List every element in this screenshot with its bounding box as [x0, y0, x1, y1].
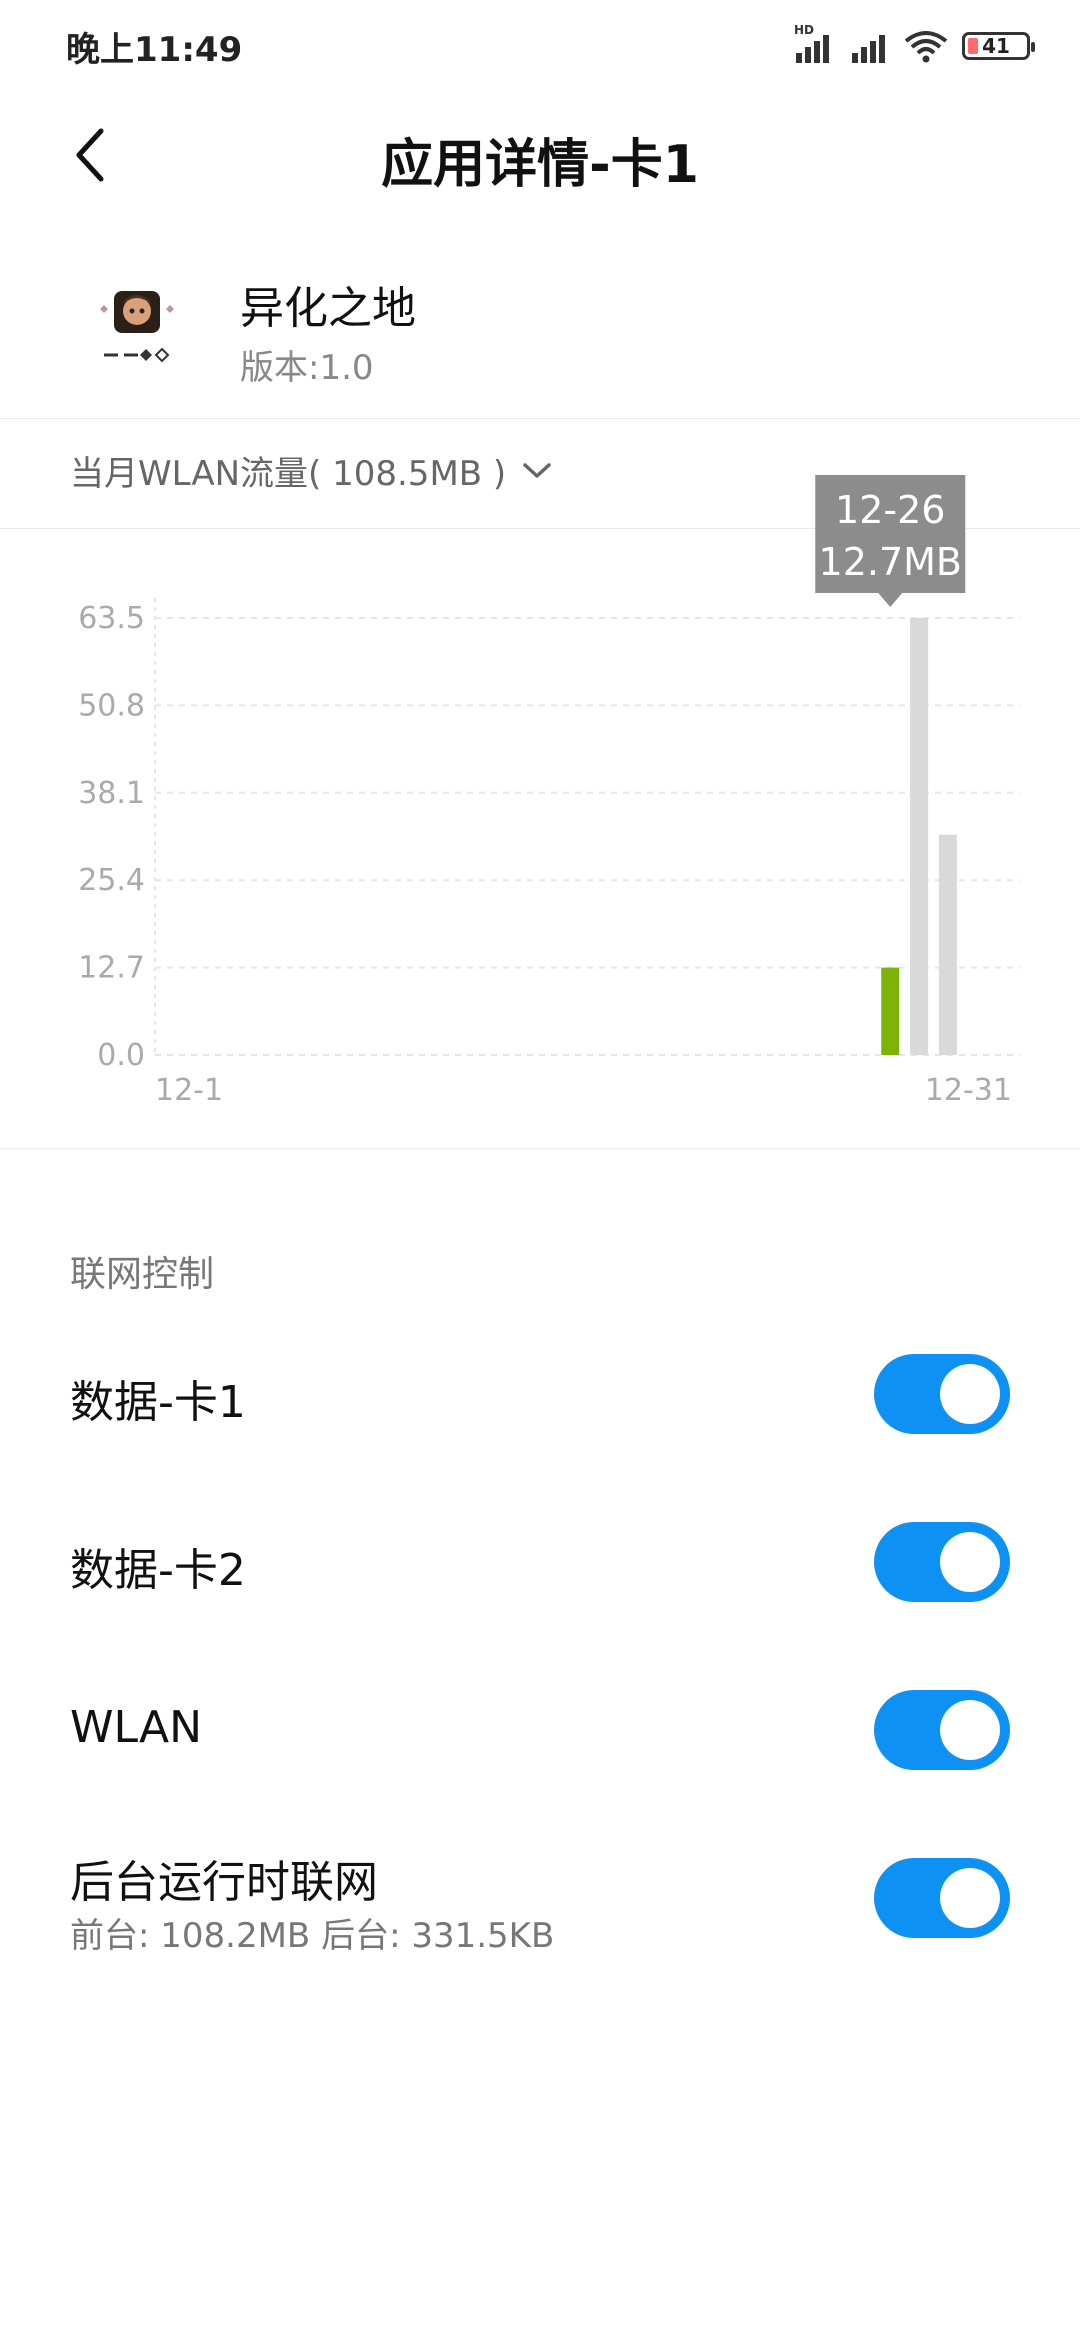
wifi-icon — [904, 31, 948, 63]
status-icons: HD 41 — [794, 23, 1035, 66]
app-icon — [96, 285, 182, 371]
page-title: 应用详情-卡1 — [381, 135, 699, 195]
toggle-knob — [940, 1532, 1000, 1592]
y-tick-label: 63.5 — [78, 601, 145, 636]
row-label-data-sim2: 数据-卡2 — [70, 1545, 246, 1596]
battery-icon: 41 — [962, 32, 1035, 60]
y-tick-label: 50.8 — [78, 688, 145, 723]
usage-chart: 0.0 12.7 25.4 38.1 50.8 63.5 12-1 12-31 12-26 12.… — [78, 475, 1020, 1100]
app-version: 版本:1.0 — [240, 348, 374, 388]
toggle-data-sim2[interactable] — [874, 1522, 1010, 1602]
background-usage-detail: 前台: 108.2MB 后台: 331.5KB — [70, 1916, 555, 1956]
toggle-data-sim1[interactable] — [874, 1354, 1010, 1434]
divider — [0, 418, 1080, 419]
row-label-data-sim1: 数据-卡1 — [70, 1377, 246, 1428]
hd-badge: HD — [794, 23, 815, 37]
chart-bar — [910, 618, 929, 1055]
toggle-knob — [940, 1868, 1000, 1928]
tooltip-date: 12-26 — [835, 488, 945, 532]
chart-bar — [881, 967, 900, 1055]
signal-icon — [852, 35, 885, 63]
status-time: 晚上11:49 — [66, 30, 243, 70]
row-label-background: 后台运行时联网 — [70, 1857, 378, 1908]
divider — [0, 1148, 1080, 1149]
y-tick-label: 25.4 — [78, 863, 145, 898]
app-name: 异化之地 — [240, 283, 416, 334]
section-label: 联网控制 — [70, 1254, 215, 1295]
row-label-wlan: WLAN — [70, 1702, 203, 1753]
battery-level: 41 — [982, 34, 1010, 58]
y-tick-label: 38.1 — [78, 776, 145, 811]
x-tick-label: 12-31 — [925, 1073, 1012, 1100]
x-tick-label: 12-1 — [155, 1073, 223, 1100]
signal-hd-icon: HD — [794, 23, 836, 63]
toggle-background[interactable] — [874, 1858, 1010, 1938]
y-tick-label: 0.0 — [97, 1038, 145, 1073]
toggle-knob — [940, 1700, 1000, 1760]
toggle-wlan[interactable] — [874, 1690, 1010, 1770]
y-tick-label: 12.7 — [78, 951, 145, 986]
tooltip-pointer — [878, 593, 903, 607]
chart-bar — [938, 834, 957, 1055]
tooltip-value: 12.7MB — [819, 540, 962, 584]
toggle-knob — [940, 1364, 1000, 1424]
